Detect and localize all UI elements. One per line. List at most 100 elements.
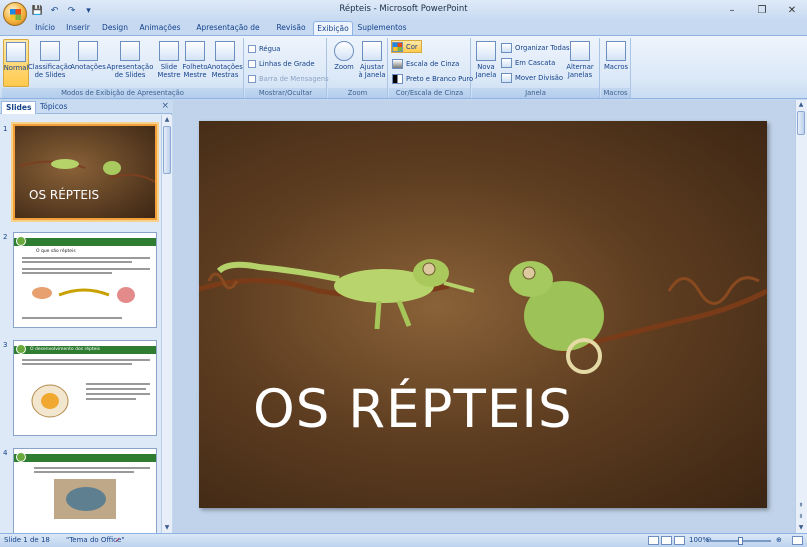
- title-bar: 💾 ↶ ↷ ▾ Répteis - Microsoft PowerPoint –…: [0, 0, 807, 26]
- tab-exibicao[interactable]: Exibição: [313, 21, 353, 35]
- scroll-down-icon[interactable]: ▼: [796, 523, 806, 533]
- slide-thumbnail-2[interactable]: O que são répteis: [13, 232, 157, 328]
- thumbnail-title: OS RÉPTEIS: [29, 188, 100, 202]
- fit-to-window-icon[interactable]: [792, 536, 803, 545]
- new-window-button[interactable]: Nova Janela: [473, 39, 499, 87]
- fit-window-button[interactable]: Ajustar à Janela: [357, 39, 387, 87]
- group-label-zoom: Zoom: [328, 88, 387, 98]
- scroll-down-icon[interactable]: ▼: [162, 523, 172, 533]
- group-show-hide: Régua Linhas de Grade Barra de Mensagens…: [245, 38, 329, 98]
- notes-page-icon: [78, 41, 98, 61]
- zoom-button[interactable]: Zoom: [331, 39, 357, 87]
- tab-revisao[interactable]: Revisão: [273, 21, 309, 35]
- zoom-slider-knob[interactable]: [738, 537, 743, 545]
- spelling-icon[interactable]: ✓: [115, 536, 121, 544]
- arrange-all-button[interactable]: Organizar Todas: [501, 41, 570, 54]
- tab-design[interactable]: Design: [98, 21, 132, 35]
- window-controls: – ❐ ✕: [717, 0, 807, 20]
- tab-inicio[interactable]: Início: [31, 21, 59, 35]
- fit-window-icon: [362, 41, 382, 61]
- slide-sorter-icon[interactable]: [661, 536, 672, 545]
- move-split-icon: [501, 72, 512, 83]
- notes-page-button[interactable]: Anotações: [70, 39, 106, 87]
- grayscale-button[interactable]: Escala de Cinza: [392, 57, 459, 70]
- tab-apresentacao[interactable]: Apresentação de Slides: [186, 21, 270, 46]
- gridlines-label: Linhas de Grade: [259, 59, 315, 68]
- zoom-label: Zoom: [334, 63, 354, 71]
- group-zoom: Zoom Ajustar à Janela Zoom: [328, 38, 388, 98]
- color-icon: [392, 41, 403, 52]
- chameleons-photo-icon: [199, 259, 767, 374]
- move-split-button[interactable]: Mover Divisão: [501, 71, 563, 84]
- macros-icon: [606, 41, 626, 61]
- thumbnail-list: 1 OS RÉPTEIS 2 O que são répteis 3 O des…: [0, 115, 161, 533]
- notes-master-label: Anotações Mestras: [207, 63, 243, 79]
- notes-label: Anotações: [70, 63, 106, 71]
- scroll-up-icon[interactable]: ▲: [796, 100, 806, 110]
- slide-show-icon[interactable]: [674, 536, 685, 545]
- tab-slides[interactable]: Slides: [1, 101, 37, 114]
- slide-show-button[interactable]: Apresentação de Slides: [106, 39, 154, 87]
- close-button[interactable]: ✕: [777, 0, 807, 20]
- tab-inserir[interactable]: Inserir: [62, 21, 94, 35]
- tab-topicos[interactable]: Tópicos: [36, 101, 71, 114]
- slide-thumbnail-4[interactable]: [13, 448, 157, 533]
- reptile-diagram-icon: [32, 287, 135, 303]
- notes-master-icon: [215, 41, 235, 61]
- slides-pane: Slides Tópicos × 1 OS RÉPTEIS 2 O que sã…: [0, 100, 172, 533]
- pane-scrollbar[interactable]: ▲ ▼: [161, 115, 172, 533]
- tab-suplementos[interactable]: Suplementos: [357, 21, 407, 35]
- normal-view-icon[interactable]: [648, 536, 659, 545]
- slide-thumbnail-1[interactable]: OS RÉPTEIS: [11, 122, 159, 222]
- ruler-checkbox[interactable]: Régua: [248, 42, 280, 55]
- current-slide[interactable]: OS RÉPTEIS: [199, 121, 767, 508]
- gridlines-checkbox[interactable]: Linhas de Grade: [248, 57, 315, 70]
- switch-windows-label: Alternar Janelas: [566, 63, 594, 79]
- scroll-thumb[interactable]: [797, 111, 805, 135]
- pane-tabs: Slides Tópicos ×: [0, 100, 172, 114]
- scroll-thumb[interactable]: [163, 126, 171, 174]
- message-bar-label: Barra de Mensagens: [259, 74, 329, 83]
- normal-view-button[interactable]: Normal: [3, 39, 29, 87]
- normal-label: Normal: [3, 64, 29, 72]
- zoom-in-icon[interactable]: ⊕: [776, 536, 782, 544]
- thumbnail-number: 4: [3, 449, 8, 457]
- notes-master-button[interactable]: Anotações Mestras: [207, 39, 243, 87]
- thumbnail-number: 3: [3, 341, 8, 349]
- grayscale-icon: [392, 58, 403, 69]
- macros-button[interactable]: Macros: [603, 39, 629, 87]
- tab-animacoes[interactable]: Animações: [138, 21, 182, 35]
- office-button[interactable]: [3, 2, 27, 26]
- fit-window-label: Ajustar à Janela: [358, 63, 386, 79]
- cascade-button[interactable]: Em Cascata: [501, 56, 555, 69]
- slide-title[interactable]: OS RÉPTEIS: [253, 379, 573, 440]
- group-label-show-hide: Mostrar/Ocultar: [245, 88, 326, 98]
- slide-sorter-button[interactable]: Classificação de Slides: [28, 39, 72, 87]
- slide-master-button[interactable]: Slide Mestre: [156, 39, 182, 87]
- turtle-photo-icon: [54, 479, 116, 519]
- new-window-icon: [476, 41, 496, 61]
- switch-windows-button[interactable]: Alternar Janelas: [564, 39, 596, 87]
- slide-thumbnail-3[interactable]: O desenvolvimento dos répteis: [13, 340, 157, 436]
- handout-master-label: Folheto Mestre: [182, 63, 208, 79]
- group-label-macros: Macros: [601, 88, 630, 98]
- slide-sorter-icon: [40, 41, 60, 61]
- new-window-label: Nova Janela: [475, 63, 497, 79]
- slide-master-label: Slide Mestre: [157, 63, 181, 79]
- handout-master-button[interactable]: Folheto Mestre: [182, 39, 208, 87]
- main-scrollbar[interactable]: ▲ ⇞ ⇟ ▼: [795, 100, 807, 533]
- next-slide-icon[interactable]: ⇟: [796, 512, 806, 522]
- thumbnail-number: 2: [3, 233, 8, 241]
- color-button[interactable]: Cor: [391, 40, 422, 53]
- switch-windows-icon: [570, 41, 590, 61]
- scroll-up-icon[interactable]: ▲: [162, 115, 172, 125]
- black-white-button[interactable]: Preto e Branco Puro: [392, 72, 473, 85]
- close-pane-icon[interactable]: ×: [161, 101, 169, 111]
- previous-slide-icon[interactable]: ⇞: [796, 501, 806, 511]
- message-bar-checkbox: Barra de Mensagens: [248, 72, 329, 85]
- cascade-label: Em Cascata: [515, 58, 556, 67]
- minimize-button[interactable]: –: [717, 0, 747, 20]
- maximize-button[interactable]: ❐: [747, 0, 777, 20]
- black-white-label: Preto e Branco Puro: [406, 74, 474, 83]
- macros-label: Macros: [603, 63, 629, 71]
